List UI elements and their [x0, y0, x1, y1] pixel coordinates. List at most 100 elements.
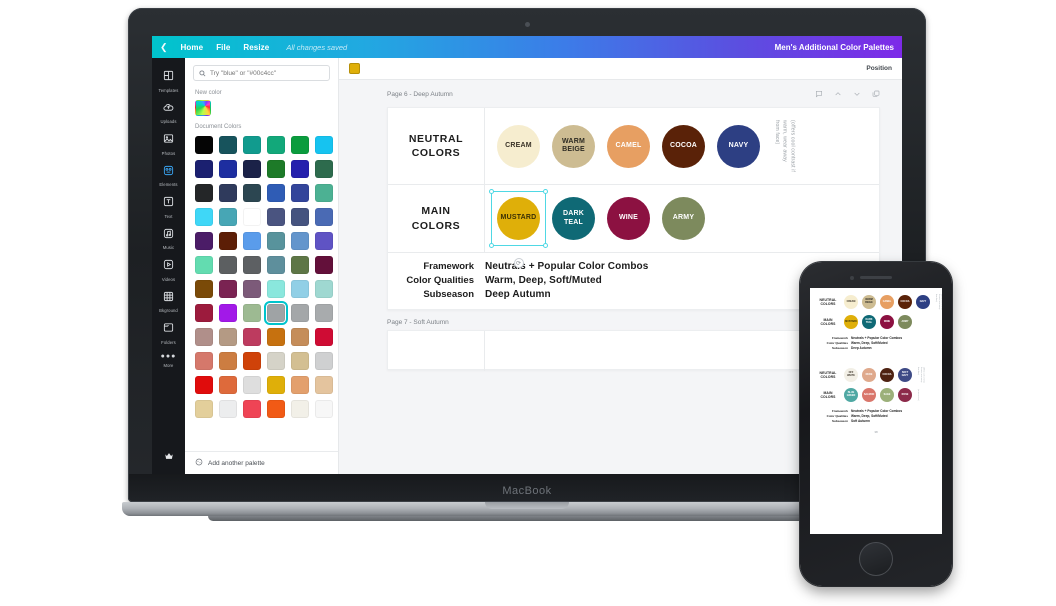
color-swatch[interactable] — [219, 304, 237, 322]
color-swatch[interactable] — [219, 400, 237, 418]
phone-color-circle[interactable]: OFF WHITE — [844, 368, 858, 382]
color-swatch[interactable] — [195, 304, 213, 322]
selected-element-wrapper[interactable]: MUSTARD ⟳ — [489, 189, 548, 268]
color-swatch[interactable] — [267, 208, 285, 226]
color-swatch[interactable] — [243, 304, 261, 322]
color-circle[interactable]: CREAM — [497, 124, 540, 168]
color-swatch[interactable] — [315, 160, 333, 178]
color-swatch[interactable] — [315, 256, 333, 274]
color-swatch[interactable] — [195, 400, 213, 418]
color-circle[interactable]: NAVY — [717, 124, 760, 168]
sidebar-item-folders[interactable]: Folders — [152, 316, 185, 348]
color-swatch[interactable] — [315, 376, 333, 394]
color-swatch[interactable] — [195, 352, 213, 370]
color-swatch[interactable] — [195, 184, 213, 202]
color-swatch[interactable] — [195, 136, 213, 154]
color-swatch[interactable] — [291, 304, 309, 322]
color-swatch[interactable] — [195, 376, 213, 394]
resize-handle[interactable] — [543, 243, 548, 248]
color-swatch[interactable] — [267, 352, 285, 370]
color-swatch[interactable] — [315, 232, 333, 250]
color-swatch[interactable] — [315, 304, 333, 322]
color-swatch[interactable] — [243, 376, 261, 394]
color-swatch[interactable] — [267, 280, 285, 298]
color-swatch[interactable] — [291, 184, 309, 202]
color-swatch[interactable] — [315, 184, 333, 202]
color-swatch[interactable] — [267, 376, 285, 394]
new-color-swatch[interactable] — [195, 100, 211, 116]
color-circle[interactable]: WARM BEIGE — [552, 124, 595, 168]
color-circle[interactable]: WINE — [607, 197, 650, 240]
color-swatch[interactable] — [291, 328, 309, 346]
phone-color-circle[interactable]: ARMY — [898, 315, 912, 329]
color-swatch[interactable] — [219, 232, 237, 250]
color-swatch[interactable] — [315, 400, 333, 418]
color-swatch[interactable] — [267, 232, 285, 250]
color-swatch[interactable] — [195, 328, 213, 346]
color-swatch[interactable] — [291, 136, 309, 154]
sidebar-item-templates[interactable]: Templates — [152, 64, 185, 96]
phone-color-circle[interactable]: WINE — [880, 315, 894, 329]
iphone-home-button[interactable] — [859, 542, 893, 576]
search-box[interactable] — [193, 65, 330, 81]
sidebar-item-music[interactable]: Music — [152, 222, 185, 254]
color-swatch[interactable] — [315, 328, 333, 346]
color-swatch[interactable] — [267, 256, 285, 274]
menu-home[interactable]: Home — [181, 43, 204, 52]
color-swatch[interactable] — [291, 232, 309, 250]
color-swatch[interactable] — [315, 136, 333, 154]
phone-color-circle[interactable]: COCOA — [880, 368, 894, 382]
crown-icon[interactable] — [152, 448, 185, 466]
color-swatch[interactable] — [243, 208, 261, 226]
color-swatch[interactable] — [264, 301, 288, 325]
sidebar-item-text[interactable]: Text — [152, 190, 185, 222]
color-swatch[interactable] — [195, 280, 213, 298]
color-swatch[interactable] — [291, 376, 309, 394]
resize-handle[interactable] — [489, 189, 494, 194]
color-swatch[interactable] — [219, 256, 237, 274]
color-swatch[interactable] — [267, 160, 285, 178]
sidebar-item-photos[interactable]: Photos — [152, 127, 185, 159]
chevron-down-icon[interactable] — [853, 85, 861, 103]
color-circle[interactable]: COCOA — [662, 124, 705, 168]
color-swatch[interactable] — [291, 280, 309, 298]
color-swatch[interactable] — [243, 280, 261, 298]
iphone-screen[interactable]: NEUTRAL COLORS CREAM WARM BEIGE CAMEL COCOA NAV… — [810, 288, 942, 534]
phone-color-circle[interactable]: MUSTARD — [844, 315, 858, 329]
color-swatch[interactable] — [267, 400, 285, 418]
color-circle[interactable]: CAMEL — [607, 124, 650, 168]
chevron-up-icon[interactable] — [834, 85, 842, 103]
position-button[interactable]: Position — [866, 65, 892, 72]
color-swatch[interactable] — [243, 256, 261, 274]
phone-color-circle[interactable]: WARM BEIGE — [862, 295, 876, 309]
color-swatch[interactable] — [219, 160, 237, 178]
color-swatch[interactable] — [315, 352, 333, 370]
color-swatch[interactable] — [315, 208, 333, 226]
color-swatch[interactable] — [243, 184, 261, 202]
color-swatch[interactable] — [219, 376, 237, 394]
color-swatch[interactable] — [243, 160, 261, 178]
color-swatch[interactable] — [267, 184, 285, 202]
color-swatch[interactable] — [291, 352, 309, 370]
menu-resize[interactable]: Resize — [243, 43, 269, 52]
color-swatch[interactable] — [291, 160, 309, 178]
resize-handle[interactable] — [543, 189, 548, 194]
color-swatch[interactable] — [195, 232, 213, 250]
color-swatch[interactable] — [315, 280, 333, 298]
phone-color-circle[interactable]: COCOA — [898, 295, 912, 309]
color-swatch[interactable] — [291, 400, 309, 418]
phone-color-circle[interactable]: NUDE — [862, 368, 876, 382]
color-swatch[interactable] — [291, 256, 309, 274]
color-swatch[interactable] — [195, 208, 213, 226]
color-swatch[interactable] — [243, 232, 261, 250]
color-swatch[interactable] — [243, 400, 261, 418]
color-swatch[interactable] — [267, 136, 285, 154]
phone-color-circle[interactable]: ROSE — [898, 388, 912, 402]
color-swatch[interactable] — [267, 328, 285, 346]
add-another-palette-button[interactable]: Add another palette — [185, 451, 338, 474]
phone-color-circle[interactable]: SALMON — [862, 388, 876, 402]
color-swatch[interactable] — [243, 136, 261, 154]
phone-color-circle[interactable]: SAGE — [880, 388, 894, 402]
color-swatch[interactable] — [243, 352, 261, 370]
color-swatch[interactable] — [219, 208, 237, 226]
